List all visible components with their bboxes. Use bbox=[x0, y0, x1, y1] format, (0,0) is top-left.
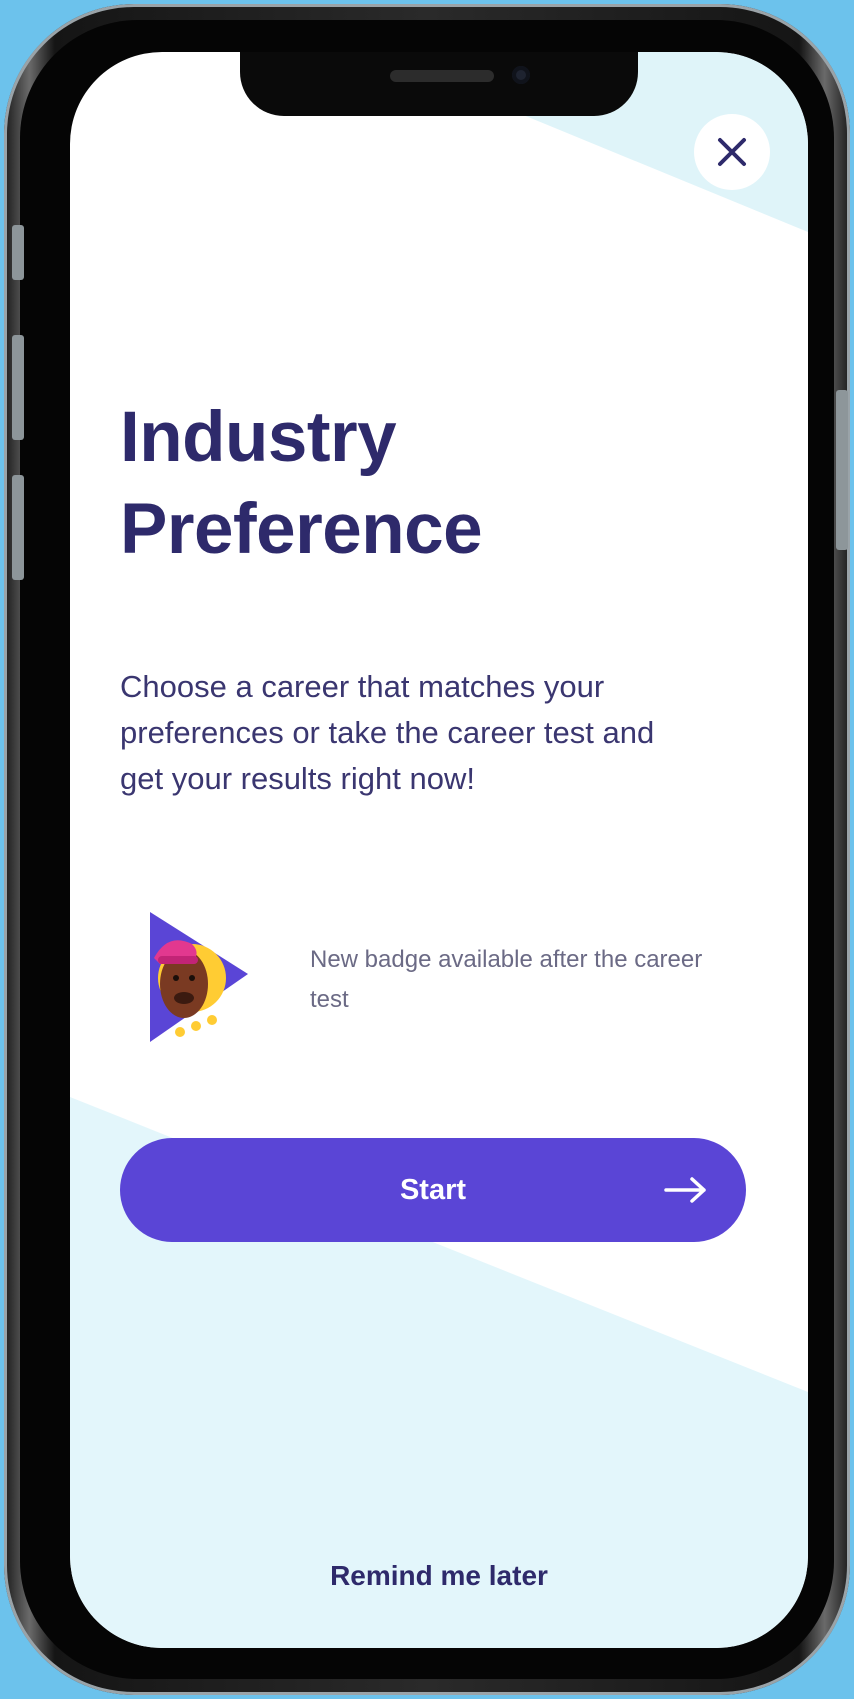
title-line-1: Industry bbox=[120, 398, 397, 477]
start-button-label: Start bbox=[399, 1174, 467, 1206]
background-shapes bbox=[70, 52, 808, 1648]
volume-up-button bbox=[12, 335, 24, 440]
badge-illustration bbox=[150, 912, 248, 1042]
app-screen: Industry Preference Choose a career that… bbox=[70, 52, 808, 1648]
badge-info: New badge available after the career tes… bbox=[120, 912, 780, 1072]
notch bbox=[240, 52, 638, 116]
close-icon bbox=[718, 138, 746, 166]
page-title: Industry Preference bbox=[120, 392, 483, 576]
power-button bbox=[836, 390, 848, 550]
arrow-right-icon bbox=[664, 1177, 706, 1203]
mute-switch bbox=[12, 225, 24, 280]
title-line-2: Preference bbox=[120, 490, 483, 569]
speaker bbox=[390, 70, 494, 82]
start-button[interactable]: Start bbox=[120, 1138, 746, 1242]
volume-down-button bbox=[12, 475, 24, 580]
badge-text: New badge available after the career tes… bbox=[310, 946, 703, 1013]
description-text: Choose a career that matches your prefer… bbox=[120, 669, 655, 796]
remind-later-link[interactable]: Remind me later bbox=[70, 1560, 808, 1592]
front-camera bbox=[512, 66, 530, 84]
close-button[interactable] bbox=[694, 114, 770, 190]
